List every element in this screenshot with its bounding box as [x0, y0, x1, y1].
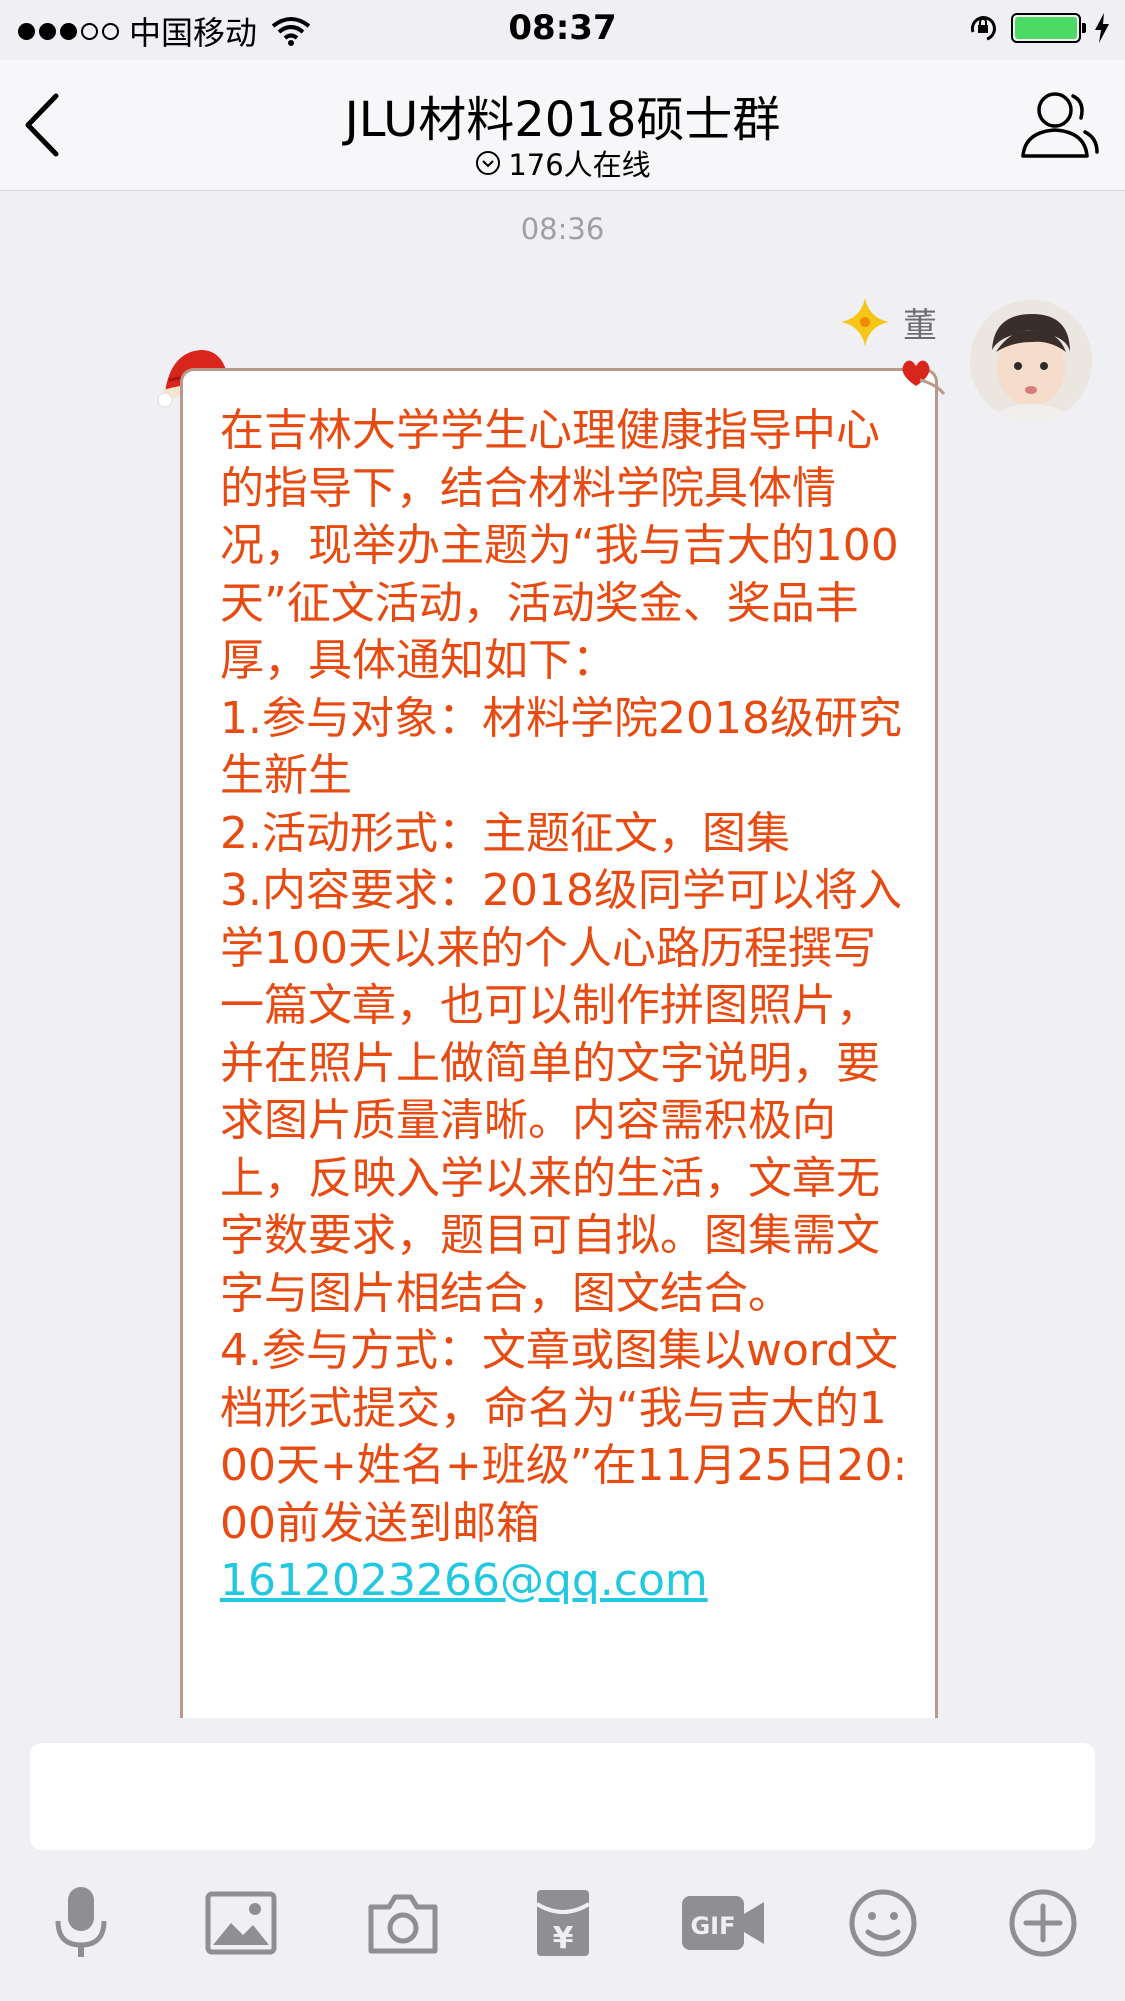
- navigation-bar: JLU材料2018硕士群 176人在线: [0, 60, 1125, 191]
- chevron-down-circle-icon: [476, 151, 501, 175]
- email-link[interactable]: 1612023266@qq.com: [220, 1555, 708, 1606]
- more-button[interactable]: [998, 1878, 1088, 1968]
- child-avatar-icon: [970, 300, 1092, 422]
- gif-icon: GIF: [682, 1896, 764, 1950]
- image-button[interactable]: [196, 1878, 286, 1968]
- online-count: 176人在线: [0, 142, 1125, 184]
- message-body: 在吉林大学学生心理健康指导中心的指导下，结合材料学院具体情况，现举办主题为“我与…: [220, 405, 908, 1549]
- message-text: 在吉林大学学生心理健康指导中心的指导下，结合材料学院具体情况，现举办主题为“我与…: [220, 402, 912, 1610]
- sender-avatar[interactable]: [970, 300, 1092, 422]
- heart-icon: [902, 360, 946, 395]
- online-count-label: 176人在线: [508, 148, 651, 182]
- status-bar: 中国移动 08:37: [0, 0, 1125, 60]
- svg-text:¥: ¥: [553, 1921, 574, 1956]
- charging-icon: [1095, 13, 1109, 43]
- group-profile-button[interactable]: [1019, 88, 1099, 164]
- microphone-icon: [55, 1887, 107, 1957]
- image-icon: [205, 1891, 277, 1955]
- svg-text:GIF: GIF: [690, 1912, 735, 1940]
- gif-button[interactable]: GIF: [678, 1878, 768, 1968]
- input-toolbar: ¥ GIF: [0, 1878, 1125, 1978]
- emoji-icon: [849, 1889, 917, 1957]
- red-packet-icon: ¥: [535, 1890, 591, 1956]
- sender-info: 董: [839, 296, 937, 348]
- camera-button[interactable]: [358, 1878, 448, 1968]
- sender-name: 董: [903, 305, 937, 346]
- message-input[interactable]: [30, 1743, 1095, 1850]
- group-profile-icon: [1021, 92, 1099, 158]
- message-timestamp: 08:36: [520, 212, 605, 246]
- camera-icon: [368, 1894, 438, 1954]
- input-area: ¥ GIF: [0, 1718, 1125, 2001]
- voice-button[interactable]: [36, 1878, 126, 1968]
- page-title: JLU材料2018硕士群: [344, 92, 781, 148]
- battery-icon: [1011, 13, 1086, 43]
- rotation-lock-icon: [970, 16, 996, 41]
- emoji-button[interactable]: [838, 1878, 928, 1968]
- status-time: 08:37: [508, 8, 617, 48]
- red-packet-button[interactable]: ¥: [518, 1878, 608, 1968]
- sparkle-badge-icon: [841, 298, 889, 346]
- plus-icon: [1009, 1889, 1077, 1957]
